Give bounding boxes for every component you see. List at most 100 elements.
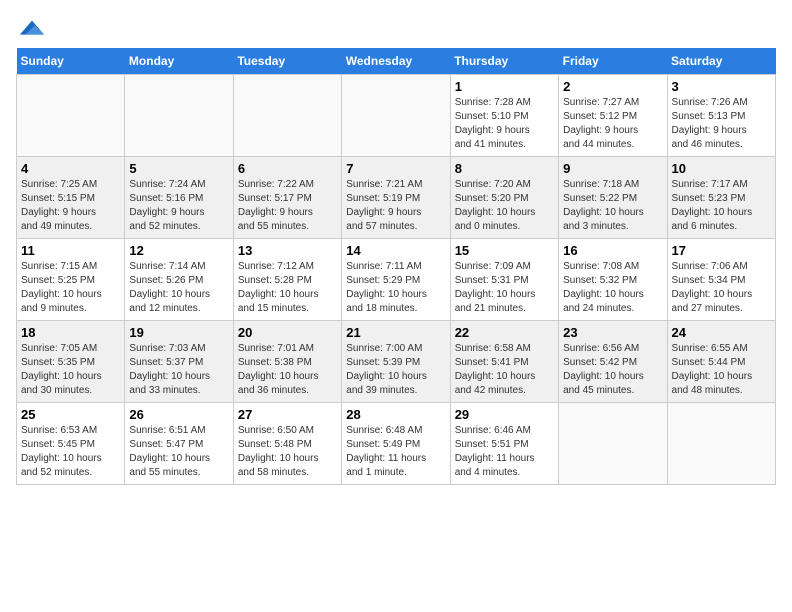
day-info-line: and 58 minutes. [238, 466, 337, 480]
day-info-line: Sunset: 5:10 PM [455, 110, 554, 124]
day-info-line: and 27 minutes. [672, 302, 771, 316]
day-number: 7 [346, 161, 445, 176]
day-info-line: Sunset: 5:37 PM [129, 356, 228, 370]
day-info-line: Sunrise: 7:17 AM [672, 178, 771, 192]
day-info-line: Sunrise: 7:22 AM [238, 178, 337, 192]
day-info-line: Sunset: 5:32 PM [563, 274, 662, 288]
weekday-header-monday: Monday [125, 48, 233, 75]
day-info-line: Daylight: 10 hours [455, 206, 554, 220]
day-number: 27 [238, 407, 337, 422]
day-info-line: Daylight: 10 hours [346, 288, 445, 302]
calendar-cell [17, 75, 125, 157]
calendar-cell: 16Sunrise: 7:08 AMSunset: 5:32 PMDayligh… [559, 239, 667, 321]
day-info-line: Daylight: 10 hours [129, 288, 228, 302]
day-info-line: Daylight: 10 hours [563, 206, 662, 220]
day-info-line: Sunrise: 7:20 AM [455, 178, 554, 192]
day-info-line: Daylight: 10 hours [672, 370, 771, 384]
day-number: 11 [21, 243, 120, 258]
calendar-week-row: 18Sunrise: 7:05 AMSunset: 5:35 PMDayligh… [17, 321, 776, 403]
day-info-line: Sunset: 5:41 PM [455, 356, 554, 370]
day-info-line: Sunrise: 7:18 AM [563, 178, 662, 192]
calendar-cell [233, 75, 341, 157]
calendar-cell: 20Sunrise: 7:01 AMSunset: 5:38 PMDayligh… [233, 321, 341, 403]
calendar-cell: 4Sunrise: 7:25 AMSunset: 5:15 PMDaylight… [17, 157, 125, 239]
day-info-line: and 39 minutes. [346, 384, 445, 398]
calendar-cell: 11Sunrise: 7:15 AMSunset: 5:25 PMDayligh… [17, 239, 125, 321]
day-number: 24 [672, 325, 771, 340]
day-info-line: and 42 minutes. [455, 384, 554, 398]
day-info-line: Sunset: 5:13 PM [672, 110, 771, 124]
day-number: 4 [21, 161, 120, 176]
day-number: 15 [455, 243, 554, 258]
day-info-line: and 15 minutes. [238, 302, 337, 316]
day-info-line: and 21 minutes. [455, 302, 554, 316]
day-info-line: and 3 minutes. [563, 220, 662, 234]
day-info-line: Daylight: 9 hours [238, 206, 337, 220]
calendar-cell: 15Sunrise: 7:09 AMSunset: 5:31 PMDayligh… [450, 239, 558, 321]
day-number: 9 [563, 161, 662, 176]
calendar-cell: 22Sunrise: 6:58 AMSunset: 5:41 PMDayligh… [450, 321, 558, 403]
day-info-line: and 9 minutes. [21, 302, 120, 316]
day-info-line: and 45 minutes. [563, 384, 662, 398]
day-info-line: Daylight: 9 hours [129, 206, 228, 220]
day-info-line: Sunset: 5:48 PM [238, 438, 337, 452]
day-info-line: Daylight: 10 hours [238, 452, 337, 466]
day-info-line: Daylight: 9 hours [346, 206, 445, 220]
day-number: 18 [21, 325, 120, 340]
day-info-line: Daylight: 10 hours [21, 452, 120, 466]
day-info-line: and 12 minutes. [129, 302, 228, 316]
day-info-line: Sunrise: 7:26 AM [672, 96, 771, 110]
calendar-cell: 21Sunrise: 7:00 AMSunset: 5:39 PMDayligh… [342, 321, 450, 403]
day-info-line: and 30 minutes. [21, 384, 120, 398]
day-info-line: Daylight: 9 hours [455, 124, 554, 138]
calendar-cell: 1 Sunrise: 7:28 AMSunset: 5:10 PMDaylight… [450, 75, 558, 157]
day-info-line: Sunset: 5:29 PM [346, 274, 445, 288]
day-info-line: Sunset: 5:20 PM [455, 192, 554, 206]
day-info-line: Sunrise: 7:28 AM [455, 96, 554, 110]
day-number: 16 [563, 243, 662, 258]
day-info-line: Sunset: 5:31 PM [455, 274, 554, 288]
calendar-cell: 23Sunrise: 6:56 AMSunset: 5:42 PMDayligh… [559, 321, 667, 403]
day-number: 1 [455, 79, 554, 94]
day-info-line: Sunset: 5:34 PM [672, 274, 771, 288]
weekday-header-tuesday: Tuesday [233, 48, 341, 75]
day-info-line: Sunrise: 7:21 AM [346, 178, 445, 192]
day-info-line: Sunrise: 7:08 AM [563, 260, 662, 274]
day-info-line: Daylight: 10 hours [455, 370, 554, 384]
calendar-cell: 2Sunrise: 7:27 AMSunset: 5:12 PMDaylight… [559, 75, 667, 157]
day-info-line: Sunset: 5:19 PM [346, 192, 445, 206]
day-info-line: Sunset: 5:16 PM [129, 192, 228, 206]
day-info-line: Daylight: 10 hours [672, 288, 771, 302]
calendar-cell [342, 75, 450, 157]
calendar-cell: 29Sunrise: 6:46 AMSunset: 5:51 PMDayligh… [450, 403, 558, 485]
calendar-cell: 6Sunrise: 7:22 AMSunset: 5:17 PMDaylight… [233, 157, 341, 239]
calendar-cell: 12Sunrise: 7:14 AMSunset: 5:26 PMDayligh… [125, 239, 233, 321]
day-info-line: Sunrise: 7:03 AM [129, 342, 228, 356]
calendar-cell: 17Sunrise: 7:06 AMSunset: 5:34 PMDayligh… [667, 239, 775, 321]
day-info-line: Sunrise: 7:00 AM [346, 342, 445, 356]
weekday-header-sunday: Sunday [17, 48, 125, 75]
day-info-line: and 48 minutes. [672, 384, 771, 398]
calendar-cell: 5Sunrise: 7:24 AMSunset: 5:16 PMDaylight… [125, 157, 233, 239]
calendar-cell: 28Sunrise: 6:48 AMSunset: 5:49 PMDayligh… [342, 403, 450, 485]
day-info-line: and 6 minutes. [672, 220, 771, 234]
day-info-line: Sunrise: 7:01 AM [238, 342, 337, 356]
day-info-line: Sunset: 5:22 PM [563, 192, 662, 206]
day-info-line: Sunrise: 7:09 AM [455, 260, 554, 274]
calendar-cell: 14Sunrise: 7:11 AMSunset: 5:29 PMDayligh… [342, 239, 450, 321]
day-number: 25 [21, 407, 120, 422]
day-info-line: and 4 minutes. [455, 466, 554, 480]
day-info-line: and 18 minutes. [346, 302, 445, 316]
day-info-line: Sunset: 5:38 PM [238, 356, 337, 370]
day-info-line: Sunrise: 7:06 AM [672, 260, 771, 274]
day-info-line: and 36 minutes. [238, 384, 337, 398]
weekday-header-saturday: Saturday [667, 48, 775, 75]
day-info-line: Daylight: 10 hours [563, 370, 662, 384]
day-info-line: Sunrise: 6:58 AM [455, 342, 554, 356]
day-number: 8 [455, 161, 554, 176]
day-info-line: Sunset: 5:51 PM [455, 438, 554, 452]
day-info-line: Sunset: 5:35 PM [21, 356, 120, 370]
weekday-header-row: SundayMondayTuesdayWednesdayThursdayFrid… [17, 48, 776, 75]
calendar-cell: 27Sunrise: 6:50 AMSunset: 5:48 PMDayligh… [233, 403, 341, 485]
calendar-cell: 19Sunrise: 7:03 AMSunset: 5:37 PMDayligh… [125, 321, 233, 403]
